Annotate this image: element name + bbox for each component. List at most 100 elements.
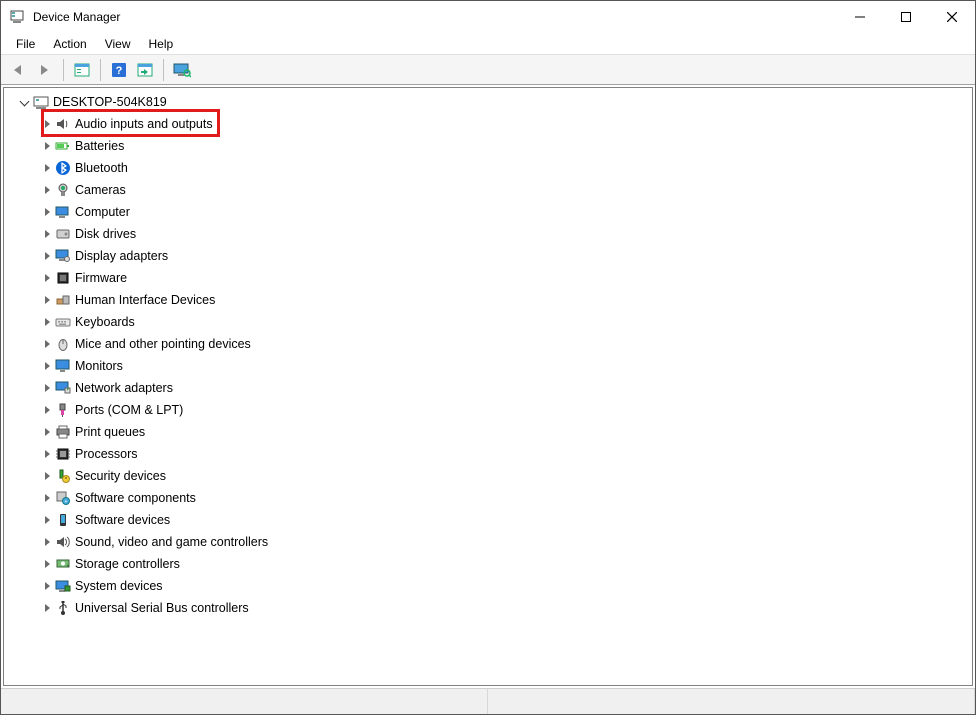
tree-category-row[interactable]: Sound, video and game controllers xyxy=(6,531,972,553)
toolbar-separator xyxy=(163,59,164,81)
tree-category-row[interactable]: Universal Serial Bus controllers xyxy=(6,597,972,619)
tree-category-row[interactable]: Batteries xyxy=(6,135,972,157)
speaker-icon xyxy=(55,116,71,132)
back-button[interactable] xyxy=(7,58,31,82)
statusbar xyxy=(1,688,975,714)
expand-toggle[interactable] xyxy=(40,338,53,351)
tree-category-row[interactable]: Ports (COM & LPT) xyxy=(6,399,972,421)
expand-toggle[interactable] xyxy=(40,580,53,593)
category-label: Universal Serial Bus controllers xyxy=(75,601,249,615)
titlebar[interactable]: Device Manager xyxy=(1,1,975,33)
expand-toggle[interactable] xyxy=(40,140,53,153)
category-label: Monitors xyxy=(75,359,123,373)
category-label: Network adapters xyxy=(75,381,173,395)
category-label: System devices xyxy=(75,579,163,593)
category-label: Processors xyxy=(75,447,138,461)
tree-category-row[interactable]: + Software components xyxy=(6,487,972,509)
expand-toggle[interactable] xyxy=(40,426,53,439)
category-label: Mice and other pointing devices xyxy=(75,337,251,351)
bluetooth-icon xyxy=(55,160,71,176)
battery-icon xyxy=(55,138,71,154)
forward-button[interactable] xyxy=(33,58,57,82)
menu-help[interactable]: Help xyxy=(140,35,183,53)
display-icon xyxy=(55,248,71,264)
software-component-icon: + xyxy=(55,490,71,506)
tree-category-row[interactable]: Bluetooth xyxy=(6,157,972,179)
category-label: Computer xyxy=(75,205,130,219)
expand-toggle[interactable] xyxy=(40,602,53,615)
category-label: Bluetooth xyxy=(75,161,128,175)
tree-category-row[interactable]: Network adapters xyxy=(6,377,972,399)
category-label: Ports (COM & LPT) xyxy=(75,403,183,417)
category-label: Software components xyxy=(75,491,196,505)
tree-category-row[interactable]: Audio inputs and outputs xyxy=(6,113,972,135)
expand-toggle[interactable] xyxy=(40,492,53,505)
device-tree: DESKTOP-504K819 Audio inputs and outputs… xyxy=(4,88,972,622)
tree-category-row[interactable]: Security devices xyxy=(6,465,972,487)
expand-toggle[interactable] xyxy=(40,294,53,307)
expand-toggle[interactable] xyxy=(40,470,53,483)
tree-category-row[interactable]: Storage controllers xyxy=(6,553,972,575)
maximize-button[interactable] xyxy=(883,1,929,33)
hid-icon xyxy=(55,292,71,308)
tree-category-row[interactable]: Print queues xyxy=(6,421,972,443)
toolbar-separator xyxy=(100,59,101,81)
menu-file[interactable]: File xyxy=(7,35,44,53)
svg-text:?: ? xyxy=(116,65,123,77)
expand-toggle[interactable] xyxy=(18,96,31,109)
expand-toggle[interactable] xyxy=(40,558,53,571)
expand-toggle[interactable] xyxy=(40,250,53,263)
tree-category-row[interactable]: Firmware xyxy=(6,267,972,289)
expand-toggle[interactable] xyxy=(40,184,53,197)
system-icon xyxy=(55,578,71,594)
tree-category-row[interactable]: Display adapters xyxy=(6,245,972,267)
scan-hardware-button[interactable] xyxy=(133,58,157,82)
tree-category-row[interactable]: Software devices xyxy=(6,509,972,531)
menu-action[interactable]: Action xyxy=(44,35,95,53)
network-icon xyxy=(55,380,71,396)
expand-toggle[interactable] xyxy=(40,206,53,219)
minimize-button[interactable] xyxy=(837,1,883,33)
mouse-icon xyxy=(55,336,71,352)
tree-category-row[interactable]: Keyboards xyxy=(6,311,972,333)
expand-toggle[interactable] xyxy=(40,404,53,417)
tree-category-row[interactable]: Monitors xyxy=(6,355,972,377)
menu-view[interactable]: View xyxy=(96,35,140,53)
expand-toggle[interactable] xyxy=(40,360,53,373)
tree-category-row[interactable]: Human Interface Devices xyxy=(6,289,972,311)
close-button[interactable] xyxy=(929,1,975,33)
expand-toggle[interactable] xyxy=(40,514,53,527)
tree-category-row[interactable]: Computer xyxy=(6,201,972,223)
printer-icon xyxy=(55,424,71,440)
category-label: Firmware xyxy=(75,271,127,285)
menubar: File Action View Help xyxy=(1,33,975,55)
expand-toggle[interactable] xyxy=(40,228,53,241)
expand-toggle[interactable] xyxy=(40,118,53,131)
expand-toggle[interactable] xyxy=(40,382,53,395)
category-label: Batteries xyxy=(75,139,124,153)
tree-category-row[interactable]: Cameras xyxy=(6,179,972,201)
help-button[interactable]: ? xyxy=(107,58,131,82)
tree-category-row[interactable]: Processors xyxy=(6,443,972,465)
usb-icon xyxy=(55,600,71,616)
keyboard-icon xyxy=(55,314,71,330)
expand-toggle[interactable] xyxy=(40,272,53,285)
app-icon xyxy=(9,9,25,25)
tree-category-row[interactable]: Mice and other pointing devices xyxy=(6,333,972,355)
storage-icon xyxy=(55,556,71,572)
status-cell-left xyxy=(1,689,488,714)
tree-content[interactable]: DESKTOP-504K819 Audio inputs and outputs… xyxy=(3,87,973,686)
category-label: Cameras xyxy=(75,183,126,197)
tree-category-row[interactable]: System devices xyxy=(6,575,972,597)
category-label: Human Interface Devices xyxy=(75,293,215,307)
expand-toggle[interactable] xyxy=(40,162,53,175)
show-hide-tree-button[interactable] xyxy=(70,58,94,82)
expand-toggle[interactable] xyxy=(40,448,53,461)
monitor-button[interactable] xyxy=(170,58,194,82)
category-label: Disk drives xyxy=(75,227,136,241)
tree-root-row[interactable]: DESKTOP-504K819 xyxy=(6,91,972,113)
expand-toggle[interactable] xyxy=(40,316,53,329)
expand-toggle[interactable] xyxy=(40,536,53,549)
tree-category-row[interactable]: Disk drives xyxy=(6,223,972,245)
tree-root-label: DESKTOP-504K819 xyxy=(53,95,167,109)
